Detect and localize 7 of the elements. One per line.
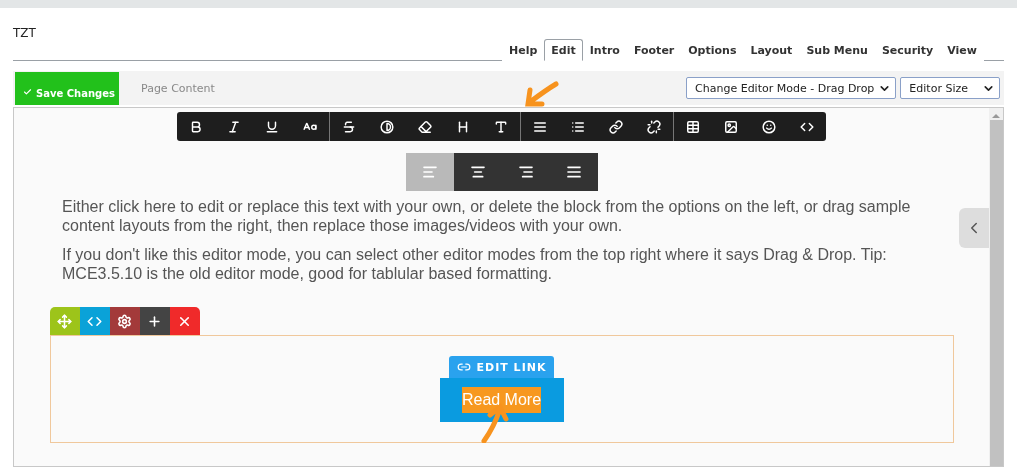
editor-mode-select[interactable]: Change Editor Mode - Drag Drop bbox=[686, 77, 897, 99]
paragraph: If you don't like this editor mode, you can select other editor modes from the top right where it says Drag & Drop. Tip: MCE3.5.10 is the old editor mode, good for tablular based formatting. bbox=[62, 245, 888, 283]
section-label: Page Content bbox=[141, 81, 216, 95]
tab[interactable]: Edit bbox=[544, 39, 583, 61]
page-title: TZT bbox=[13, 26, 36, 40]
paragraph: Either click here to edit or replace this text with your own, or delete the block from the options on the left, or drag sample content layouts from the right, then replace those images/videos with your own. bbox=[62, 197, 912, 235]
editor-size-select[interactable]: Editor Size bbox=[900, 77, 1000, 99]
